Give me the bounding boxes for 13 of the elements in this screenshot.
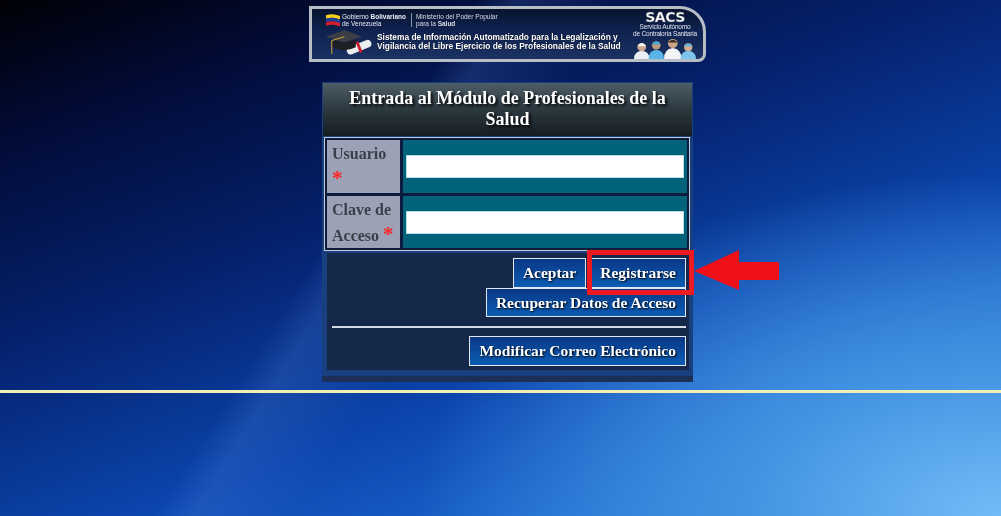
system-title: Sistema de Información Automatizado para la Legalización y Vigilancia del Libre Ejercicio de los Profesionales de la Salud	[377, 33, 621, 51]
input-field[interactable]	[406, 210, 684, 234]
register-button[interactable]: Registrarse	[590, 258, 686, 288]
graduation-cap-icon	[326, 30, 363, 55]
field-label: Clave de Acceso *	[327, 196, 400, 248]
input-field[interactable]	[406, 155, 684, 178]
flag-icon	[326, 12, 340, 27]
panel-header: Entrada al Módulo de Profesionales de la Salud	[323, 83, 692, 136]
change-email-button[interactable]: Modificar Correo Electrónico	[469, 336, 686, 366]
field-label: Usuario *	[327, 140, 400, 193]
accept-button[interactable]: Aceptar	[512, 258, 587, 288]
medical-team-drawing	[634, 38, 696, 59]
agency-logo: SACS	[645, 11, 685, 24]
